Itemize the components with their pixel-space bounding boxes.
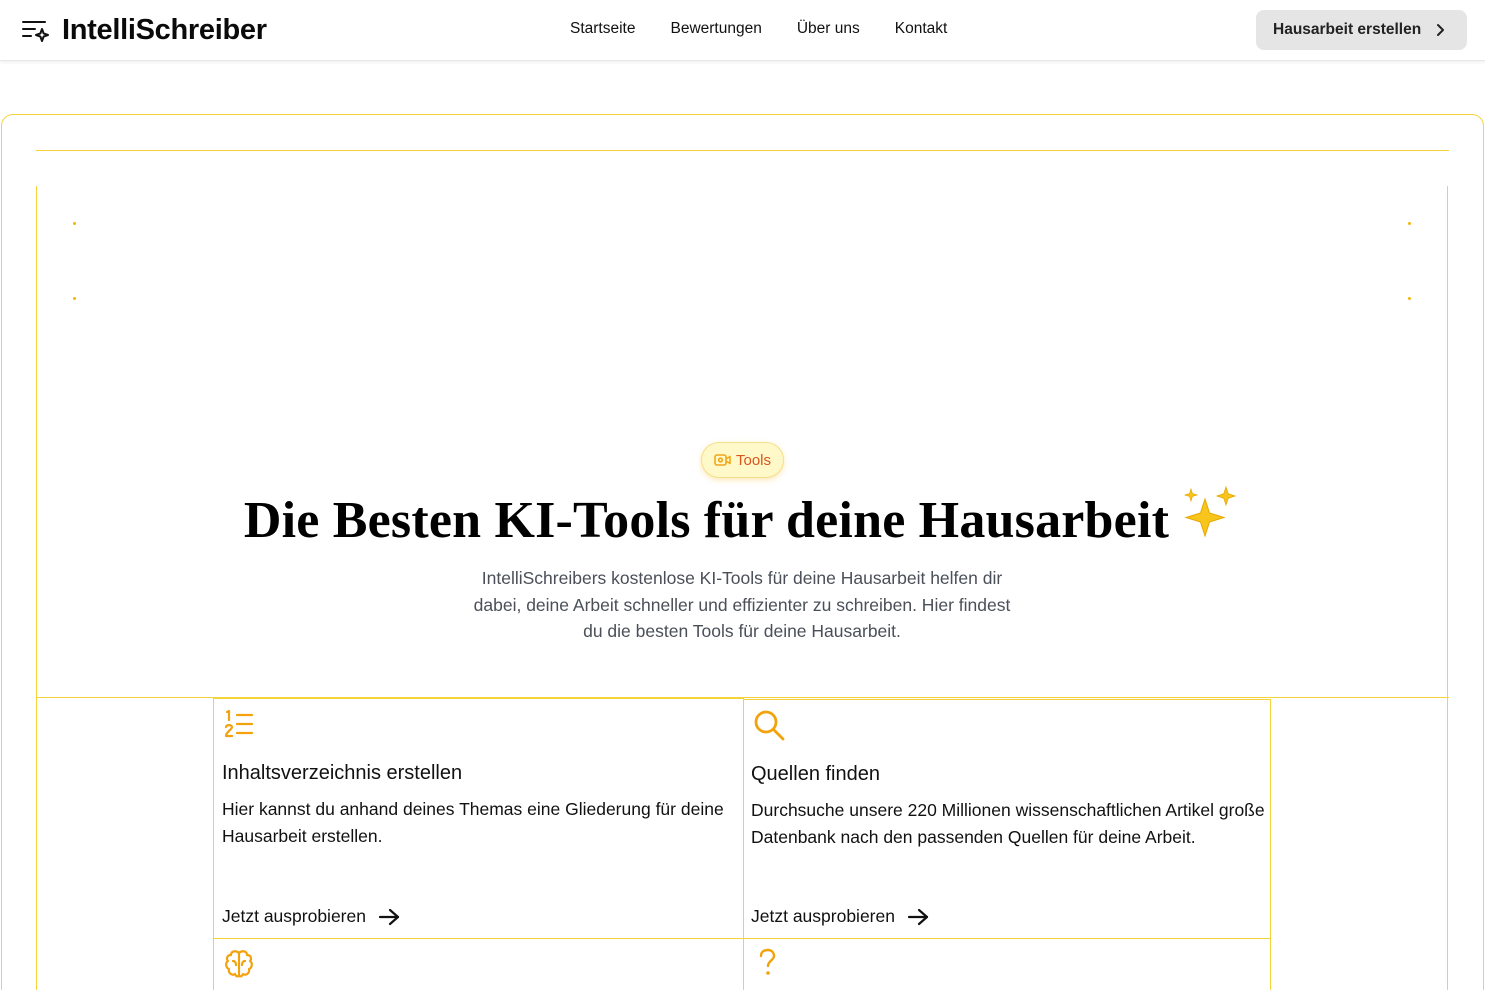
try-now-label: Jetzt ausprobieren (222, 906, 366, 926)
logo-icon (20, 14, 52, 46)
frame-line-right (1447, 186, 1448, 990)
card-description: Hier kannst du anhand deines Themas eine… (222, 799, 724, 846)
try-now-label: Jetzt ausprobieren (751, 906, 895, 926)
card-description: Durchsuche unsere 220 Millionen wissensc… (751, 800, 1265, 847)
arrow-right-icon (378, 908, 400, 925)
nav-link-startseite[interactable]: Startseite (570, 20, 635, 38)
top-navbar: IntelliSchreiber Startseite Bewertungen … (0, 0, 1485, 61)
brain-icon (223, 948, 255, 985)
page-subtitle: IntelliSchreibers kostenlose KI-Tools fü… (473, 568, 1011, 641)
frame-divider-top (36, 150, 1449, 151)
nav-link-bewertungen[interactable]: Bewertungen (670, 20, 761, 38)
tool-card-quellen[interactable]: Quellen finden Durchsuche unsere 220 Mil… (743, 699, 1271, 940)
try-now-link[interactable]: Jetzt ausprobieren (222, 906, 400, 927)
try-now-link[interactable]: Jetzt ausprobieren (751, 906, 929, 927)
tool-card-question[interactable] (743, 938, 1271, 990)
logo[interactable]: IntelliSchreiber (20, 12, 267, 48)
card-title: Quellen finden (751, 763, 880, 785)
tool-card-brain[interactable] (213, 938, 744, 990)
nav-link-ueber-uns[interactable]: Über uns (797, 20, 860, 38)
chevron-right-icon (1437, 24, 1445, 36)
tools-badge: Tools (701, 442, 784, 478)
cta-label: Hausarbeit erstellen (1273, 21, 1422, 38)
sparkles-icon (1179, 485, 1241, 556)
decor-dot (73, 297, 76, 300)
question-mark-icon (758, 948, 778, 983)
tool-card-inhaltsverzeichnis[interactable]: Inhaltsverzeichnis erstellen Hier kannst… (213, 698, 744, 940)
video-camera-icon (714, 454, 731, 466)
numbered-list-icon (224, 709, 254, 744)
decor-dot (1408, 297, 1411, 300)
search-icon (752, 708, 786, 747)
frame-line-left (36, 186, 37, 990)
logo-text: IntelliSchreiber (62, 13, 267, 46)
nav-link-kontakt[interactable]: Kontakt (895, 20, 948, 38)
arrow-right-icon (907, 908, 929, 925)
decor-dot (73, 222, 76, 225)
page-title: Die Besten KI-Tools für deine Hausarbeit (0, 485, 1485, 556)
badge-label: Tools (735, 451, 772, 469)
main-nav: Startseite Bewertungen Über uns Kontakt (570, 20, 947, 38)
create-hausarbeit-button[interactable]: Hausarbeit erstellen (1256, 10, 1467, 50)
decor-dot (1408, 222, 1411, 225)
card-title: Inhaltsverzeichnis erstellen (222, 762, 463, 784)
page-title-text: Die Besten KI-Tools für deine Hausarbeit (243, 492, 1170, 549)
